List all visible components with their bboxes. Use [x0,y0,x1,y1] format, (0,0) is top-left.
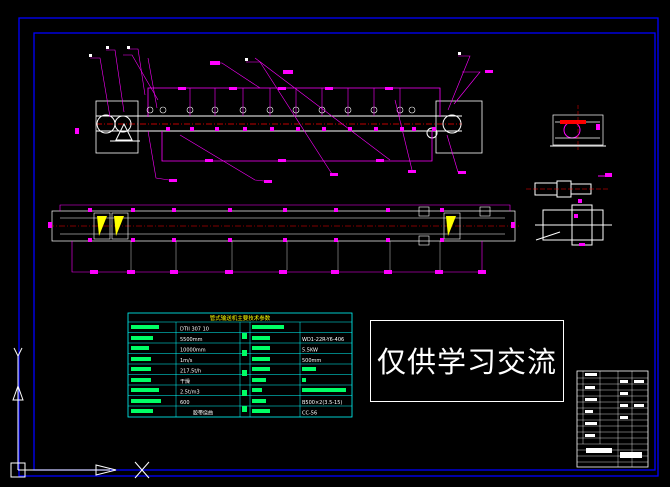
drawing-svg: 管式输送机主要技术参数 DTII 307 10 5500mm 10000mm 1… [10,17,659,479]
plan-view [48,204,520,274]
spec-rval-7: B500×2(3.5-15) [302,400,342,406]
spec-val-8: 胶带绕曲 [193,410,213,417]
spec-rval-8: CC-56 [302,411,317,417]
spec-val-1: 5500mm [180,337,203,343]
spec-val-2: 10000mm [180,348,206,354]
title-block [576,370,649,468]
spec-val-6: 2.5t/m3 [180,390,200,396]
elevation-view [75,46,493,183]
spec-rval-3: 500mm [302,358,321,364]
spec-val-5: 干燥 [180,378,190,385]
watermark-text: 仅供学习交流 [376,345,557,379]
spec-table: 管式输送机主要技术参数 DTII 307 10 5500mm 10000mm 1… [127,312,353,418]
spec-table-title: 管式输送机主要技术参数 [210,314,271,322]
spec-rval-1: WD1-22R-Y6-406 [302,337,344,343]
inner-frame [33,32,656,471]
drive-unit-view [526,173,612,246]
cad-canvas[interactable]: 管式输送机主要技术参数 DTII 307 10 5500mm 10000mm 1… [0,0,670,487]
spec-val-4: 217.5t/h [180,369,201,375]
spec-val-0: DTII 307 10 [180,327,209,333]
spec-rval-2: 5.5KW [302,348,318,354]
section-view [550,105,606,150]
spec-val-3: 1m/s [180,358,193,364]
spec-val-7: 600 [180,400,190,406]
outer-frame [18,17,659,477]
watermark-box: 仅供学习交流 [370,320,564,402]
